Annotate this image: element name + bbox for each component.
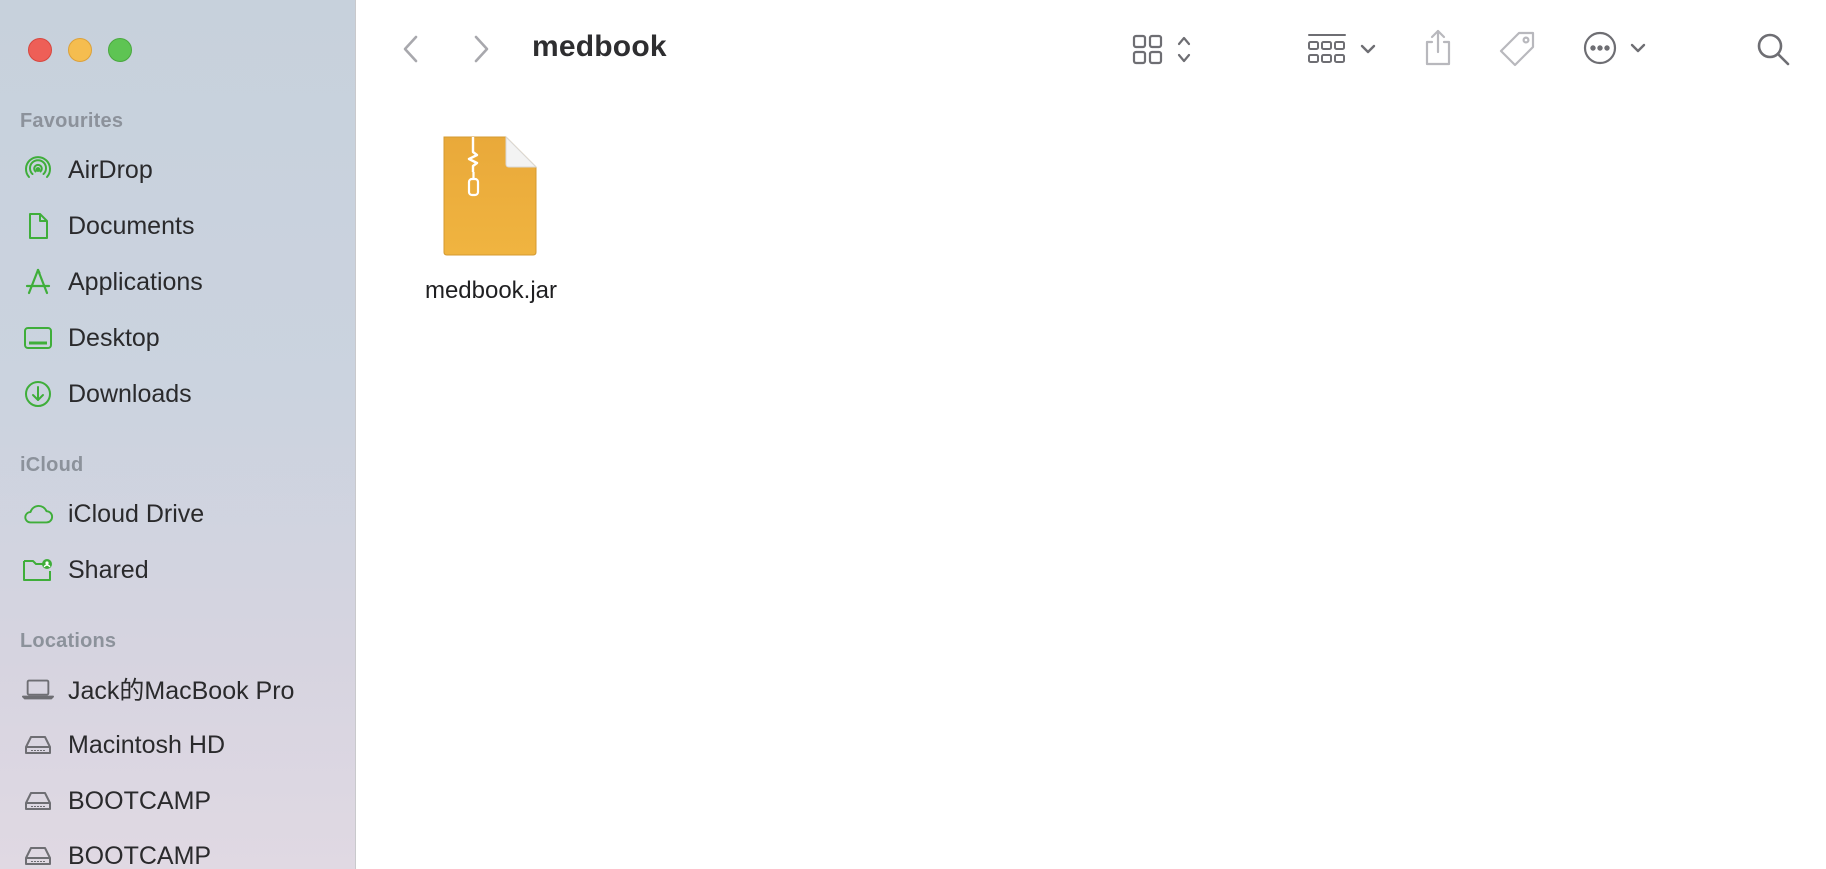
sidebar-item-label: BOOTCAMP (68, 786, 212, 815)
sidebar-item-desktop[interactable]: Desktop (22, 318, 342, 358)
share-icon (1421, 28, 1455, 73)
tag-button[interactable] (1496, 30, 1538, 72)
close-window-button[interactable] (28, 38, 52, 62)
zoom-window-button[interactable] (108, 38, 132, 62)
search-icon (1754, 30, 1792, 73)
section-header-icloud: iCloud (20, 454, 84, 476)
desktop-icon (22, 322, 54, 354)
sidebar-item-label: Macintosh HD (68, 730, 225, 759)
sidebar: Favourites AirDrop Documents Application… (0, 0, 356, 869)
sidebar-item-airdrop[interactable]: AirDrop (22, 150, 342, 190)
sidebar-item-label: Documents (68, 211, 195, 240)
sidebar-item-label: Jack的MacBook Pro (68, 677, 295, 705)
disk-icon (22, 785, 54, 817)
tag-icon (1497, 29, 1537, 74)
sidebar-item-label: iCloud Drive (68, 499, 205, 528)
cloud-icon (22, 498, 54, 530)
chevron-right-icon (471, 33, 491, 70)
sidebar-item-shared[interactable]: Shared (22, 550, 342, 590)
file-browser-content: medbook.jar (356, 100, 1826, 869)
section-header-favourites: Favourites (20, 110, 124, 132)
forward-button[interactable] (466, 34, 496, 68)
window-title: medbook (532, 30, 667, 63)
sidebar-item-label: BOOTCAMP (68, 841, 212, 869)
applications-icon (22, 266, 54, 298)
share-button[interactable] (1418, 28, 1458, 72)
sidebar-item-label: Shared (68, 555, 149, 584)
downloads-icon (22, 378, 54, 410)
group-by-button[interactable] (1305, 32, 1385, 70)
airdrop-icon (22, 154, 54, 186)
sidebar-item-macbook[interactable]: Jack的MacBook Pro (22, 669, 342, 709)
group-by-icon (1305, 31, 1385, 72)
sidebar-item-bootcamp-2[interactable]: BOOTCAMP (22, 836, 342, 869)
sidebar-item-label: AirDrop (68, 155, 153, 184)
document-icon (22, 210, 54, 242)
view-options-button[interactable] (1130, 32, 1210, 70)
sidebar-item-applications[interactable]: Applications (22, 262, 342, 302)
back-button[interactable] (396, 34, 426, 68)
sidebar-item-icloud-drive[interactable]: iCloud Drive (22, 494, 342, 534)
window-controls (28, 38, 132, 62)
more-actions-icon (1580, 28, 1654, 73)
chevron-left-icon (401, 33, 421, 70)
finder-window: Favourites AirDrop Documents Application… (0, 0, 1826, 869)
minimize-window-button[interactable] (68, 38, 92, 62)
more-actions-button[interactable] (1580, 30, 1654, 70)
jar-archive-icon (436, 134, 540, 258)
file-name: medbook.jar (424, 277, 558, 304)
disk-icon (22, 729, 54, 761)
shared-folder-icon (22, 554, 54, 586)
sidebar-item-documents[interactable]: Documents (22, 206, 342, 246)
sidebar-item-label: Applications (68, 267, 203, 296)
sidebar-item-label: Desktop (68, 323, 160, 352)
file-item[interactable]: medbook.jar (406, 130, 576, 310)
sidebar-item-downloads[interactable]: Downloads (22, 374, 342, 414)
icon-grid-view-icon (1130, 31, 1210, 72)
section-header-locations: Locations (20, 630, 117, 652)
search-button[interactable] (1752, 30, 1794, 72)
sidebar-item-macintosh-hd[interactable]: Macintosh HD (22, 725, 342, 765)
laptop-icon (22, 673, 54, 705)
sidebar-item-label: Downloads (68, 379, 192, 408)
disk-icon (22, 840, 54, 869)
sidebar-item-bootcamp[interactable]: BOOTCAMP (22, 781, 342, 821)
